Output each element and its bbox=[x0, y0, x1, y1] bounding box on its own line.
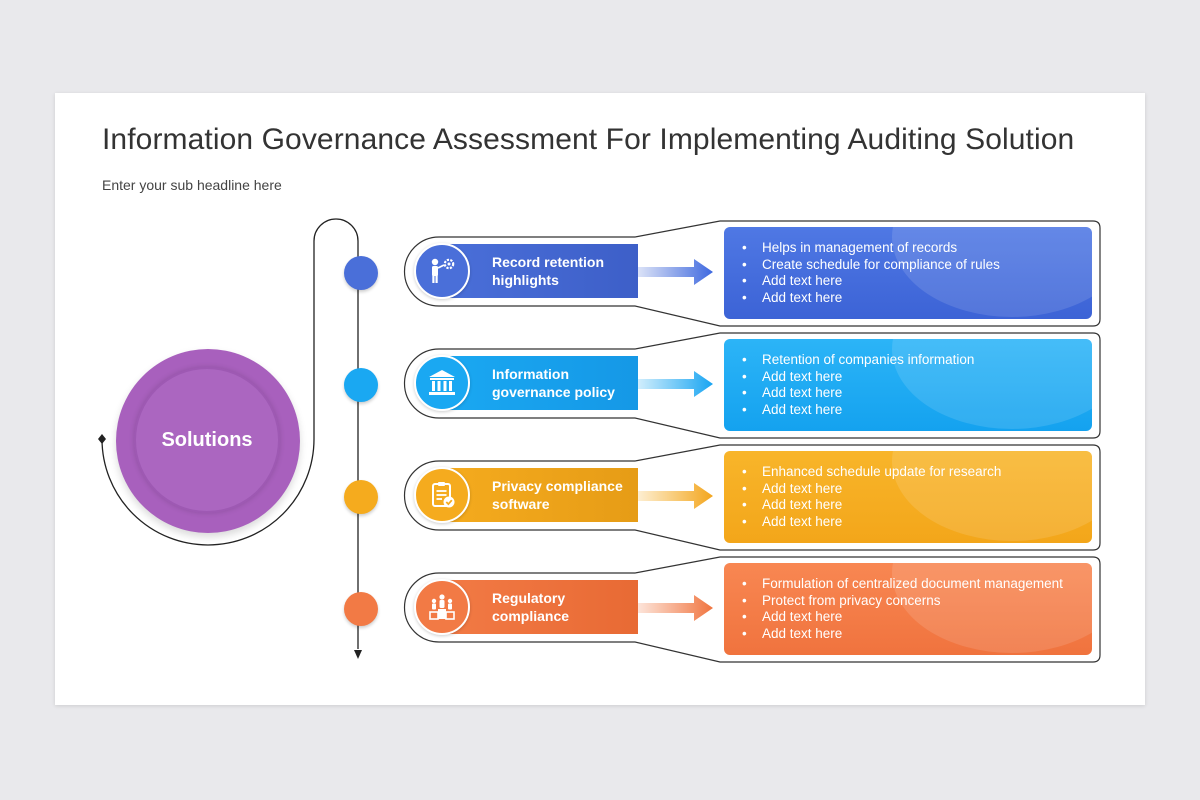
solution-pill: Privacy compliance software bbox=[410, 464, 638, 526]
arrow-right-icon bbox=[638, 595, 713, 621]
clipboard-check-icon bbox=[414, 467, 470, 523]
bullet-list: Enhanced schedule update for research Ad… bbox=[724, 451, 1092, 530]
bullet-item: Add text here bbox=[742, 626, 1092, 643]
solutions-hub-inner: Solutions bbox=[134, 367, 280, 513]
bullet-item: Add text here bbox=[742, 497, 1092, 514]
bullet-item: Add text here bbox=[742, 402, 1092, 419]
timeline-start-marker bbox=[98, 434, 106, 444]
timeline-dot bbox=[344, 368, 378, 402]
detail-box: Retention of companies information Add t… bbox=[724, 339, 1092, 431]
arrow-right-icon bbox=[638, 259, 713, 285]
presenter-gear-icon bbox=[414, 243, 470, 299]
arrow-right-icon bbox=[638, 371, 713, 397]
pill-label: Record retention highlights bbox=[492, 254, 605, 288]
bullet-list: Retention of companies information Add t… bbox=[724, 339, 1092, 418]
solutions-hub: Solutions bbox=[116, 349, 300, 533]
bullet-list: Formulation of centralized document mana… bbox=[724, 563, 1092, 642]
pill-label: Privacy compliance software bbox=[492, 478, 623, 512]
detail-box: Enhanced schedule update for research Ad… bbox=[724, 451, 1092, 543]
bullet-list: Helps in management of records Create sc… bbox=[724, 227, 1092, 306]
bullet-item: Helps in management of records bbox=[742, 240, 1092, 257]
institution-building-icon bbox=[414, 355, 470, 411]
detail-box: Helps in management of records Create sc… bbox=[724, 227, 1092, 319]
timeline-arrowhead bbox=[354, 650, 362, 659]
bullet-item: Add text here bbox=[742, 290, 1092, 307]
pill-label: Information governance policy bbox=[492, 366, 615, 400]
bullet-item: Protect from privacy concerns bbox=[742, 593, 1092, 610]
bullet-item: Formulation of centralized document mana… bbox=[742, 576, 1092, 593]
bullet-item: Add text here bbox=[742, 609, 1092, 626]
bullet-item: Create schedule for compliance of rules bbox=[742, 257, 1092, 274]
hub-label: Solutions bbox=[161, 428, 253, 451]
arrow-right-icon bbox=[638, 483, 713, 509]
bullet-item: Add text here bbox=[742, 514, 1092, 531]
pill-label: Regulatory compliance bbox=[492, 590, 570, 624]
solution-pill: Record retention highlights bbox=[410, 240, 638, 302]
bullet-item: Add text here bbox=[742, 385, 1092, 402]
timeline-dot bbox=[344, 480, 378, 514]
bullet-item: Add text here bbox=[742, 481, 1092, 498]
timeline-dot bbox=[344, 256, 378, 290]
bullet-item: Enhanced schedule update for research bbox=[742, 464, 1092, 481]
bullet-item: Add text here bbox=[742, 369, 1092, 386]
detail-box: Formulation of centralized document mana… bbox=[724, 563, 1092, 655]
bullet-item: Retention of companies information bbox=[742, 352, 1092, 369]
solution-pill: Regulatory compliance bbox=[410, 576, 638, 638]
timeline-dot bbox=[344, 592, 378, 626]
slide: Information Governance Assessment For Im… bbox=[55, 93, 1145, 705]
podium-people-icon bbox=[414, 579, 470, 635]
solution-pill: Information governance policy bbox=[410, 352, 638, 414]
bullet-item: Add text here bbox=[742, 273, 1092, 290]
